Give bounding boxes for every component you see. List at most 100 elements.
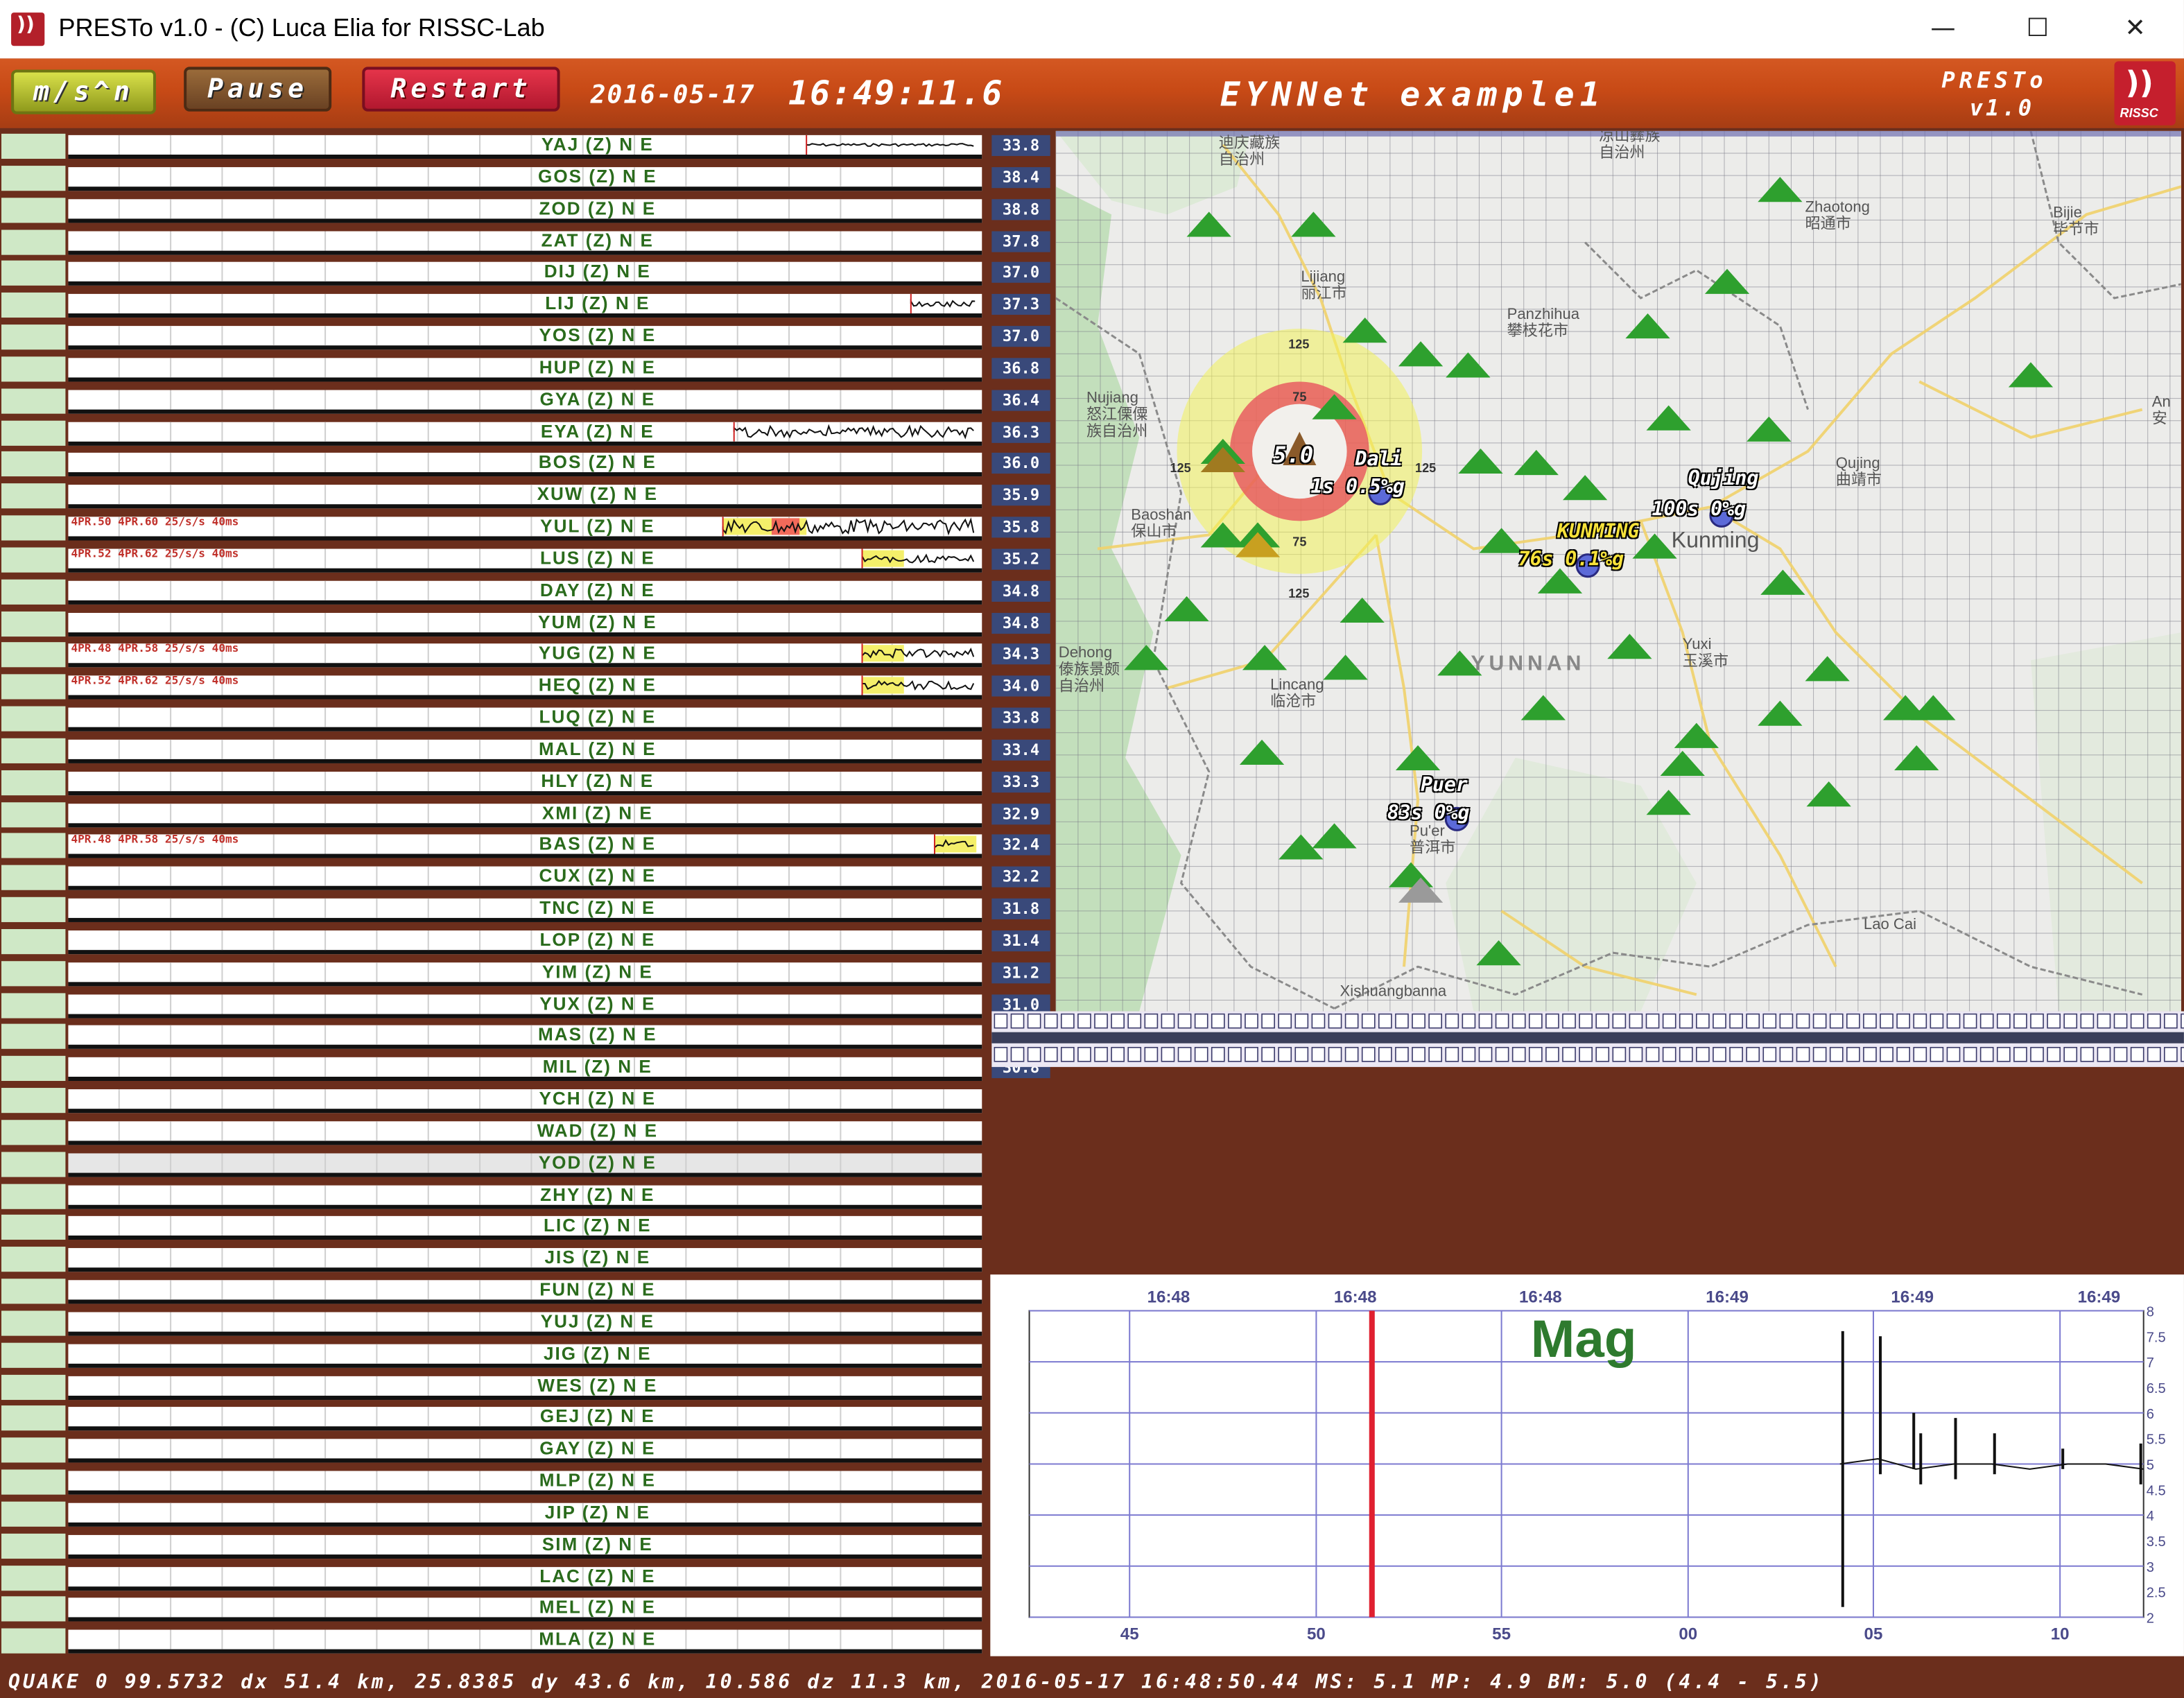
- seismic-station-marker[interactable]: [1607, 634, 1652, 659]
- units-toggle-button[interactable]: m/s^n: [11, 69, 156, 114]
- seismic-station-marker[interactable]: [1124, 645, 1169, 670]
- station-row[interactable]: CUX (Z) N E 32.2: [0, 863, 1056, 894]
- station-row[interactable]: LUQ (Z) N E 33.8: [0, 704, 1056, 736]
- seismic-station-marker[interactable]: [1291, 211, 1336, 237]
- seismic-station-marker[interactable]: [1747, 416, 1792, 442]
- station-row[interactable]: MIL (Z) N E 30.8: [0, 1053, 1056, 1085]
- station-row[interactable]: MAS (Z) N E30.8: [0, 1021, 1056, 1053]
- station-row[interactable]: LOP (Z) N E 31.4: [0, 926, 1056, 958]
- seismic-station-marker[interactable]: [1476, 940, 1521, 966]
- station-row[interactable]: GAY (Z) N E: [0, 1435, 1056, 1467]
- seismic-station-marker[interactable]: [1660, 750, 1705, 777]
- seismic-station-marker[interactable]: [2008, 362, 2054, 388]
- seismic-station-marker[interactable]: [1186, 211, 1231, 237]
- seismic-station-marker[interactable]: [1758, 177, 1803, 202]
- station-info-box: [1, 1405, 66, 1431]
- pause-button[interactable]: Pause: [184, 67, 332, 112]
- maximize-button[interactable]: ☐: [2006, 8, 2070, 50]
- station-row[interactable]: LAC (Z) N E: [0, 1562, 1056, 1594]
- station-row[interactable]: YUJ (Z) N E: [0, 1308, 1056, 1340]
- station-row[interactable]: BAS (Z) N E 4PR.48 4PR.58 25/s/s 40ms 32.4: [0, 831, 1056, 863]
- minimize-button[interactable]: —: [1911, 8, 1975, 50]
- station-row[interactable]: XMI (Z) N E 32.9: [0, 799, 1056, 831]
- station-row[interactable]: GYA (Z) N E 36.4: [0, 385, 1056, 417]
- seismic-station-marker[interactable]: [1758, 700, 1803, 726]
- station-row[interactable]: TNC (Z) N E 31.8: [0, 894, 1056, 926]
- seismic-station-marker[interactable]: [1911, 695, 1956, 720]
- seismic-station-marker[interactable]: [1239, 739, 1285, 765]
- station-row[interactable]: YUL (Z) N E 4PR.50 4PR.60 25/s/s 40ms 35.8: [0, 512, 1056, 544]
- seismic-station-marker[interactable]: [1514, 449, 1559, 476]
- station-row[interactable]: MLA (Z) N E: [0, 1626, 1056, 1658]
- station-row[interactable]: LUS (Z) N E 4PR.52 4PR.62 25/s/s 40ms 35.2: [0, 544, 1056, 576]
- seismic-station-marker[interactable]: [1446, 352, 1491, 378]
- seismic-station-marker[interactable]: [1894, 745, 1939, 770]
- close-button[interactable]: ✕: [2103, 8, 2167, 50]
- station-row[interactable]: JIG (Z) N E: [0, 1340, 1056, 1371]
- seismic-station-marker[interactable]: [1342, 318, 1387, 343]
- seismic-station-marker[interactable]: [1340, 597, 1385, 623]
- seismic-station-marker[interactable]: [1164, 596, 1209, 622]
- station-row[interactable]: ZOD (Z) N E 38.8: [0, 195, 1056, 227]
- seismic-station-marker[interactable]: [1279, 834, 1324, 860]
- station-row[interactable]: DIJ (Z) N E 37.0: [0, 258, 1056, 290]
- seismic-map[interactable]: 125 75 125 125 75 125 迪庆藏族 自治州 凉山彝族 自治州 Zhaotong…: [1055, 130, 2181, 1012]
- seismic-station-marker[interactable]: [1479, 528, 1524, 553]
- ring-distance-label: 75: [1292, 535, 1307, 549]
- station-waveform: YOD (Z) N E: [68, 1152, 982, 1177]
- station-row[interactable]: DAY (Z) N E 34.8: [0, 576, 1056, 608]
- station-row[interactable]: MAL (Z) N E 33.4: [0, 735, 1056, 767]
- triggered-station-marker[interactable]: [1398, 877, 1444, 903]
- triggered-station-marker[interactable]: [1235, 532, 1281, 557]
- seismic-station-marker[interactable]: [1674, 722, 1719, 748]
- station-row[interactable]: HLY (Z) N E 33.3: [0, 767, 1056, 799]
- seismic-station-marker[interactable]: [1398, 341, 1444, 367]
- station-row[interactable]: MEL (Z) N E: [0, 1594, 1056, 1626]
- station-row[interactable]: JIP (Z) N E: [0, 1498, 1056, 1530]
- station-row[interactable]: LIC (Z) N E: [0, 1212, 1056, 1244]
- seismic-station-marker[interactable]: [1312, 394, 1357, 419]
- seismic-station-marker[interactable]: [1646, 405, 1691, 431]
- station-row[interactable]: MLP (Z) N E: [0, 1466, 1056, 1498]
- seismic-station-marker[interactable]: [1395, 745, 1441, 770]
- station-row[interactable]: HEQ (Z) N E 4PR.52 4PR.62 25/s/s 40ms 34.0: [0, 672, 1056, 704]
- seismic-station-marker[interactable]: [1520, 695, 1566, 720]
- seismic-station-marker[interactable]: [1805, 656, 1850, 682]
- station-row[interactable]: GOS (Z) N E 38.4: [0, 163, 1056, 195]
- triggered-station-marker[interactable]: [1200, 447, 1245, 473]
- seismic-station-marker[interactable]: [1704, 268, 1750, 294]
- station-row[interactable]: JIS (Z) N E: [0, 1244, 1056, 1276]
- seismic-station-marker[interactable]: [1646, 790, 1691, 815]
- seismic-station-marker[interactable]: [1323, 655, 1368, 680]
- region-label: YUNNAN: [1471, 652, 1586, 676]
- station-row[interactable]: ZAT (Z) N E 37.8: [0, 226, 1056, 258]
- seismic-station-marker[interactable]: [1242, 645, 1288, 670]
- station-row[interactable]: YOD (Z) N E: [0, 1149, 1056, 1181]
- seismic-station-marker[interactable]: [1537, 568, 1583, 594]
- seismic-station-marker[interactable]: [1562, 475, 1608, 501]
- station-row[interactable]: YUM (Z) N E 34.8: [0, 608, 1056, 640]
- seismic-station-marker[interactable]: [1760, 569, 1805, 595]
- seismic-station-marker[interactable]: [1806, 781, 1851, 807]
- station-row[interactable]: BOS (Z) N E 36.0: [0, 449, 1056, 481]
- station-row[interactable]: FUN (Z) N E: [0, 1276, 1056, 1308]
- station-row[interactable]: YAJ (Z) N E 33.8: [0, 131, 1056, 163]
- station-row[interactable]: SIM (Z) N E: [0, 1530, 1056, 1562]
- station-name: XUW (Z) N E: [537, 485, 659, 505]
- station-row[interactable]: LIJ (Z) N E 37.3: [0, 290, 1056, 322]
- station-row[interactable]: YIM (Z) N E 31.2: [0, 958, 1056, 990]
- station-row[interactable]: EYA (Z) N E 36.3: [0, 417, 1056, 449]
- station-row[interactable]: XUW (Z) N E 35.9: [0, 480, 1056, 512]
- restart-button[interactable]: Restart: [362, 67, 560, 112]
- station-row[interactable]: YUX (Z) N E 31.0: [0, 989, 1056, 1021]
- seismic-station-marker[interactable]: [1625, 313, 1670, 339]
- station-row[interactable]: YOS (Z) N E 37.0: [0, 322, 1056, 354]
- station-row[interactable]: YUG (Z) N E 4PR.48 4PR.58 25/s/s 40ms 34.3: [0, 640, 1056, 672]
- station-row[interactable]: GEJ (Z) N E: [0, 1403, 1056, 1435]
- station-row[interactable]: WAD (Z) N E: [0, 1117, 1056, 1149]
- station-row[interactable]: HUP (Z) N E 36.8: [0, 354, 1056, 385]
- seismic-station-marker[interactable]: [1458, 448, 1503, 474]
- station-row[interactable]: ZHY (Z) N E: [0, 1181, 1056, 1213]
- station-row[interactable]: YCH (Z) N E: [0, 1085, 1056, 1117]
- station-row[interactable]: WES (Z) N E: [0, 1371, 1056, 1403]
